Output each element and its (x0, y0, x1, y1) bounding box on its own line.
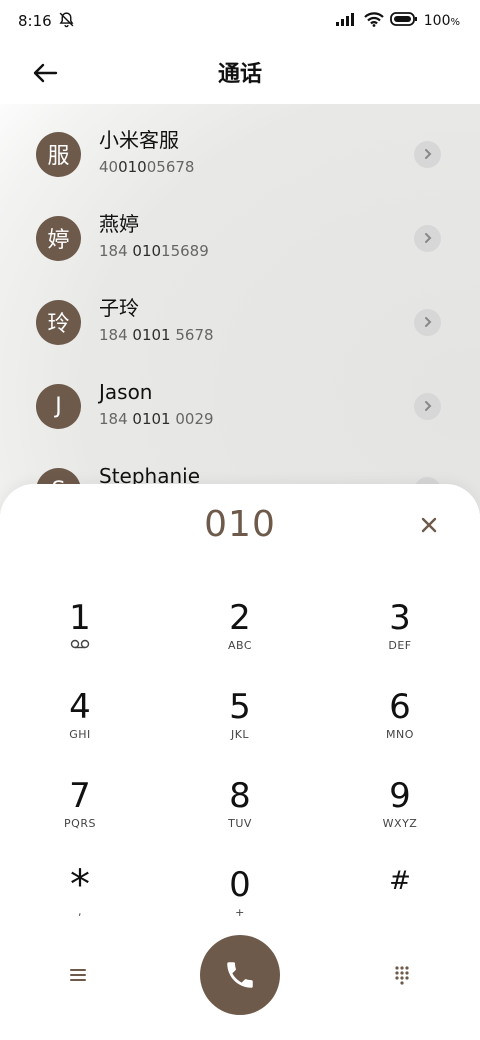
contact-name: 燕婷 (99, 212, 139, 236)
avatar: 服 (36, 131, 81, 177)
contact-number: 184 0101 0029 (99, 410, 214, 428)
key-hash[interactable]: # (340, 864, 460, 944)
avatar: 婷 (36, 215, 81, 261)
key-6[interactable]: 6 MNO (340, 687, 460, 767)
status-left: 8:16 (18, 11, 75, 32)
signal-icon (335, 12, 358, 30)
key-star[interactable]: * , (20, 865, 140, 946)
bell-off-icon (58, 11, 75, 32)
back-button[interactable] (28, 56, 62, 90)
status-right: 100% (335, 11, 460, 31)
dialed-number[interactable]: 010 (0, 504, 480, 545)
key-9[interactable]: 9 WXYZ (340, 776, 460, 856)
app-header: 通话 (0, 42, 480, 102)
battery-level: 100% (423, 13, 460, 29)
key-1[interactable]: 1 (20, 598, 140, 678)
contact-row[interactable]: 玲 子玲 184 0101 5678 (0, 280, 480, 364)
page-title: 通话 (217, 62, 262, 87)
menu-button[interactable] (58, 955, 98, 995)
contact-name: Jason (99, 380, 153, 404)
voicemail-icon (70, 639, 90, 649)
wifi-icon (363, 11, 384, 31)
status-time: 8:16 (18, 12, 52, 30)
clear-button[interactable] (414, 510, 444, 540)
contact-number: 184 01015689 (99, 242, 209, 260)
key-5[interactable]: 5 JKL (180, 687, 300, 767)
chevron-right-icon (424, 149, 431, 159)
contact-detail-button[interactable] (414, 392, 441, 420)
contact-row[interactable]: J Jason 184 0101 0029 (0, 364, 480, 448)
dialpad-toggle-button[interactable] (382, 955, 422, 995)
contact-row[interactable]: 服 小米客服 4001005678 (0, 112, 480, 196)
contact-name: 小米客服 (99, 128, 179, 152)
chevron-right-icon (424, 233, 431, 243)
key-7[interactable]: 7 PQRS (20, 776, 140, 856)
arrow-left-icon (33, 63, 58, 83)
contact-number: 184 0101 5678 (99, 326, 214, 344)
contact-detail-button[interactable] (414, 308, 441, 336)
call-button[interactable] (200, 935, 280, 1015)
avatar: 玲 (36, 299, 81, 345)
avatar: J (36, 383, 81, 429)
menu-icon (70, 969, 86, 981)
key-3[interactable]: 3 DEF (340, 598, 460, 678)
status-bar: 8:16 100% (0, 0, 480, 42)
key-0[interactable]: 0 + (180, 865, 300, 945)
chevron-right-icon (424, 317, 431, 327)
close-icon (421, 517, 437, 533)
contact-name: 子玲 (99, 296, 139, 320)
contact-match-list[interactable]: 服 小米客服 4001005678 婷 燕婷 184 01015689 玲 子玲… (0, 104, 480, 514)
key-8[interactable]: 8 TUV (180, 776, 300, 856)
chevron-right-icon (424, 401, 431, 411)
key-4[interactable]: 4 GHI (20, 687, 140, 767)
dialpad-icon (395, 966, 409, 985)
contact-number: 4001005678 (99, 158, 195, 176)
battery-icon (389, 12, 418, 30)
contact-row[interactable]: 婷 燕婷 184 01015689 (0, 196, 480, 280)
contact-detail-button[interactable] (414, 224, 441, 252)
dialpad-sheet: 010 1 2 ABC 3 DEF 4 GHI 5 JKL 6 MNO 7 PQ… (0, 484, 480, 1040)
phone-icon (227, 962, 253, 988)
key-2[interactable]: 2 ABC (180, 598, 300, 678)
contact-detail-button[interactable] (414, 140, 441, 168)
